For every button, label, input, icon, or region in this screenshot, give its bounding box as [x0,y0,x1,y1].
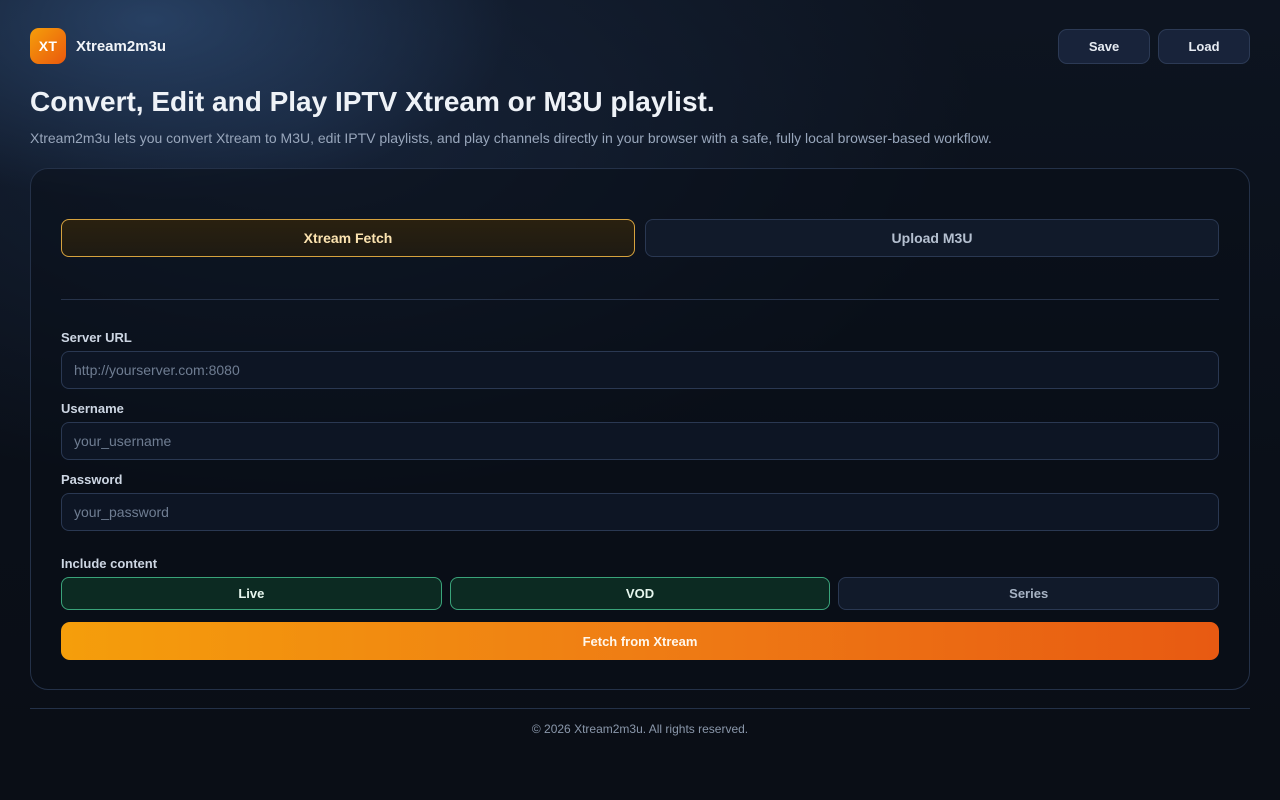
toggle-vod[interactable]: VOD [449,577,831,610]
page-title: Convert, Edit and Play IPTV Xtream or M3… [30,86,715,117]
content-type-toggles: Live VOD Series [61,577,1220,610]
toggle-series[interactable]: Series [838,577,1220,610]
save-button[interactable]: Save [1058,28,1150,64]
section-divider [61,299,1219,300]
footer-divider [30,708,1250,709]
converter-card: Xtream Fetch Upload M3U Server URL Usern… [30,168,1250,690]
tab-xtream-fetch[interactable]: Xtream Fetch [61,219,635,257]
app-header: XT Xtream2m3u Save Load [30,28,1250,64]
load-button[interactable]: Load [1158,28,1250,64]
app-logo: XT [30,28,66,64]
fetch-from-xtream-button[interactable]: Fetch from Xtream [61,622,1219,660]
tab-upload-m3u[interactable]: Upload M3U [645,219,1219,257]
password-input[interactable] [61,493,1219,531]
server-url-label: Server URL [61,330,132,345]
server-url-input[interactable] [61,351,1219,389]
username-input[interactable] [61,422,1219,460]
source-tabs: Xtream Fetch Upload M3U [61,219,1219,257]
header-actions: Save Load [1058,28,1250,64]
toggle-live[interactable]: Live [61,577,442,610]
include-content-label: Include content [61,556,158,571]
app-name: Xtream2m3u [76,37,167,55]
page-subtitle: Xtream2m3u lets you convert Xtream to M3… [30,130,992,146]
username-label: Username [61,401,124,416]
brand[interactable]: XT Xtream2m3u [30,28,166,64]
footer-copyright: © 2026 Xtream2m3u. All rights reserved. [531,722,749,736]
password-label: Password [61,472,123,487]
